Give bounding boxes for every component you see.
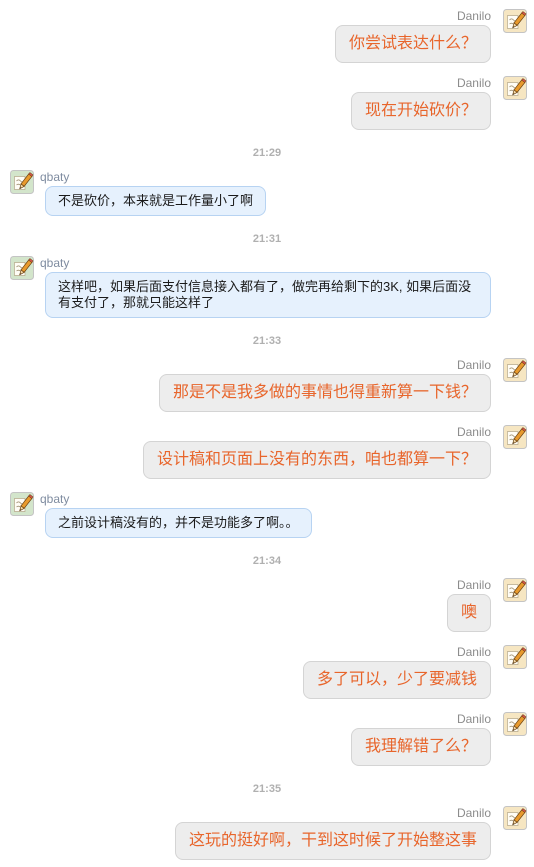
timestamp: 21:31 — [252, 233, 282, 245]
message-bubble: 设计稿和页面上没有的东西，咱也都算一下？ — [142, 441, 491, 479]
message-bubble: 这玩的挺好啊，干到这时候了开始整这事 — [174, 822, 491, 860]
sender-name: Danilo — [456, 578, 491, 592]
message-text: 噢 — [460, 604, 477, 621]
chat-message: Danilo 这玩的挺好啊，干到这时候了开始整这事 — [0, 806, 534, 860]
chat-message: Danilo 多了可以，少了要减钱 — [0, 645, 534, 699]
timestamp: 21:33 — [252, 335, 282, 347]
sender-name: Danilo — [456, 645, 491, 659]
message-text: 设计稿和页面上没有的东西，咱也都算一下？ — [156, 451, 477, 468]
chat-message: Danilo 那是不是我多做的事情也得重新算一下钱？ — [0, 358, 534, 412]
avatar-qbaty[interactable] — [10, 256, 34, 280]
message-text: 现在开始砍价？ — [364, 102, 477, 119]
chat-message: qbaty 这样吧，如果后面支付信息接入都有了，做完再给剩下的3K, 如果后面没有… — [0, 256, 534, 318]
sender-name: Danilo — [456, 358, 491, 372]
bubble-row: 设计稿和页面上没有的东西，咱也都算一下？ — [0, 441, 491, 479]
timestamp: 21:35 — [252, 783, 282, 795]
chat-message: Danilo 现在开始砍价？ — [0, 76, 534, 130]
pencil-icon — [503, 358, 527, 382]
timestamp: 21:29 — [252, 147, 282, 159]
avatar-qbaty[interactable] — [10, 170, 34, 194]
pencil-icon — [10, 492, 34, 516]
avatar-danilo[interactable] — [503, 806, 527, 830]
sender-name: Danilo — [456, 76, 491, 90]
chat-log: Danilo 你尝试表达什么？ Danilo 现在开始砍价？ 21:29 qbaty 不是砍… — [0, 0, 534, 867]
chat-message: Danilo 我理解错了么？ — [0, 712, 534, 766]
chat-message: Danilo 噢 — [0, 578, 534, 632]
avatar-danilo[interactable] — [503, 645, 527, 669]
bubble-row: 不是砍价，本来就是工作量小了啊 — [40, 186, 534, 216]
pencil-icon — [503, 645, 527, 669]
chat-message: Danilo 你尝试表达什么？ — [0, 9, 534, 63]
pencil-icon — [503, 578, 527, 602]
avatar-danilo[interactable] — [503, 9, 527, 33]
sender-name: Danilo — [456, 9, 491, 23]
sender-name: Danilo — [456, 806, 491, 820]
message-text: 多了可以，少了要减钱 — [316, 671, 477, 688]
sender-name: qbaty — [40, 170, 70, 184]
avatar-danilo[interactable] — [503, 578, 527, 602]
pencil-icon — [10, 170, 34, 194]
message-bubble: 多了可以，少了要减钱 — [302, 661, 491, 699]
avatar-danilo[interactable] — [503, 712, 527, 736]
message-bubble: 噢 — [446, 594, 491, 632]
message-bubble: 你尝试表达什么？ — [334, 25, 491, 63]
pencil-icon — [503, 9, 527, 33]
pencil-icon — [503, 712, 527, 736]
pencil-icon — [503, 806, 527, 830]
timestamp: 21:34 — [252, 555, 282, 567]
sender-name: qbaty — [40, 492, 70, 506]
message-bubble: 那是不是我多做的事情也得重新算一下钱？ — [158, 374, 491, 412]
bubble-row: 之前设计稿没有的，并不是功能多了啊。。 — [40, 508, 534, 538]
avatar-danilo[interactable] — [503, 425, 527, 449]
message-text: 我理解错了么？ — [364, 738, 477, 755]
bubble-row: 这玩的挺好啊，干到这时候了开始整这事 — [0, 822, 491, 860]
message-text: 这样吧，如果后面支付信息接入都有了，做完再给剩下的3K, 如果后面没有支付了，那… — [58, 279, 472, 310]
bubble-row: 噢 — [0, 594, 491, 632]
message-bubble: 之前设计稿没有的，并不是功能多了啊。。 — [45, 508, 312, 538]
avatar-qbaty[interactable] — [10, 492, 34, 516]
message-text: 这玩的挺好啊，干到这时候了开始整这事 — [188, 832, 477, 849]
message-text: 不是砍价，本来就是工作量小了啊 — [58, 193, 254, 208]
sender-name: Danilo — [456, 712, 491, 726]
bubble-row: 那是不是我多做的事情也得重新算一下钱？ — [0, 374, 491, 412]
pencil-icon — [503, 76, 527, 100]
message-bubble: 现在开始砍价？ — [350, 92, 491, 130]
chat-message: qbaty 不是砍价，本来就是工作量小了啊 — [0, 170, 534, 216]
message-text: 之前设计稿没有的，并不是功能多了啊。。 — [58, 515, 299, 530]
message-bubble: 我理解错了么？ — [350, 728, 491, 766]
bubble-row: 我理解错了么？ — [0, 728, 491, 766]
chat-message: qbaty 之前设计稿没有的，并不是功能多了啊。。 — [0, 492, 534, 538]
bubble-row: 多了可以，少了要减钱 — [0, 661, 491, 699]
message-text: 你尝试表达什么？ — [348, 35, 477, 52]
message-bubble: 这样吧，如果后面支付信息接入都有了，做完再给剩下的3K, 如果后面没有支付了，那… — [45, 272, 491, 318]
avatar-danilo[interactable] — [503, 358, 527, 382]
bubble-row: 这样吧，如果后面支付信息接入都有了，做完再给剩下的3K, 如果后面没有支付了，那… — [40, 272, 534, 318]
pencil-icon — [10, 256, 34, 280]
message-text: 那是不是我多做的事情也得重新算一下钱？ — [172, 384, 477, 401]
message-bubble: 不是砍价，本来就是工作量小了啊 — [45, 186, 267, 216]
bubble-row: 现在开始砍价？ — [0, 92, 491, 130]
chat-message: Danilo 设计稿和页面上没有的东西，咱也都算一下？ — [0, 425, 534, 479]
sender-name: Danilo — [456, 425, 491, 439]
bubble-row: 你尝试表达什么？ — [0, 25, 491, 63]
pencil-icon — [503, 425, 527, 449]
sender-name: qbaty — [40, 256, 70, 270]
avatar-danilo[interactable] — [503, 76, 527, 100]
